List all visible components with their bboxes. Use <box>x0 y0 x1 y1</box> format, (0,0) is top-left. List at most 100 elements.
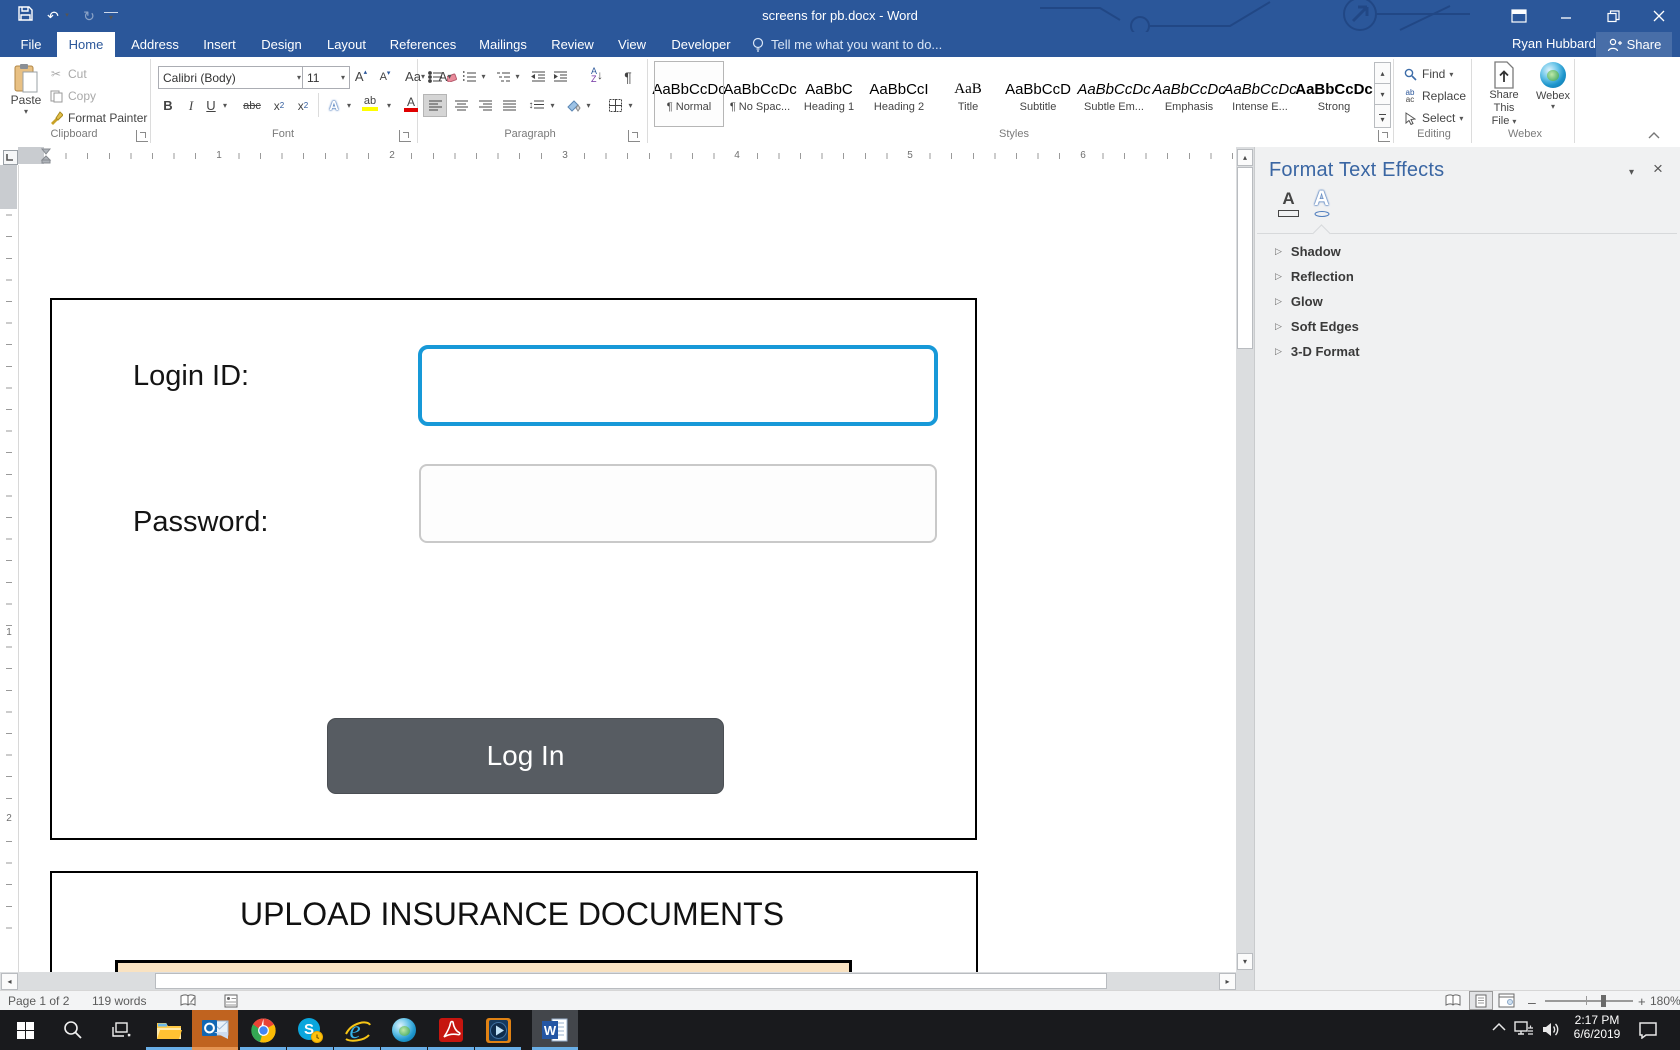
style-normal[interactable]: AaBbCcDc¶ Normal <box>655 62 723 126</box>
tab-view[interactable]: View <box>610 32 654 57</box>
font-family-dropdown-icon[interactable]: ▾ <box>297 73 301 82</box>
font-dialog-launcher[interactable] <box>399 130 411 142</box>
scroll-up-button[interactable]: ▴ <box>1237 149 1253 166</box>
format-painter-button[interactable]: Format Painter <box>48 108 147 128</box>
taskbar-clock[interactable]: 2:17 PM 6/6/2019 <box>1566 1013 1628 1041</box>
network-icon[interactable] <box>1514 1021 1534 1038</box>
vertical-scrollbar[interactable]: ▴ ▾ <box>1236 147 1254 972</box>
pane-item-3d-format[interactable]: ▷3-D Format <box>1275 341 1360 361</box>
line-spacing-dropdown-icon[interactable]: ▾ <box>548 95 557 116</box>
scroll-left-button[interactable]: ◂ <box>1 973 18 990</box>
replace-button[interactable]: abac Replace <box>1402 86 1466 106</box>
taskbar-app-file-explorer[interactable] <box>146 1010 192 1050</box>
print-layout-button[interactable] <box>1470 992 1492 1009</box>
minimize-button[interactable] <box>1543 0 1589 32</box>
ribbon-display-options-button[interactable] <box>1496 0 1542 32</box>
decrease-indent-button[interactable] <box>528 66 548 87</box>
page-count[interactable]: Page 1 of 2 <box>8 994 69 1008</box>
taskbar-app-webex[interactable] <box>381 1010 427 1050</box>
font-family-combo[interactable]: Calibri (Body)▾ <box>158 66 306 89</box>
tab-file[interactable]: File <box>14 32 48 57</box>
tab-developer[interactable]: Developer <box>666 32 736 57</box>
text-effects-tab-icon[interactable]: A <box>1314 187 1330 217</box>
zoom-percentage[interactable]: 180% <box>1650 994 1680 1008</box>
zoom-out-button[interactable]: – <box>1528 994 1536 1010</box>
tab-mailings[interactable]: Mailings <box>471 32 535 57</box>
tab-design[interactable]: Design <box>255 32 308 57</box>
share-this-file-button[interactable]: Share This File ▾ <box>1478 61 1530 128</box>
align-left-button[interactable] <box>424 95 446 116</box>
style-intense-emphasis[interactable]: AaBbCcDcIntense E... <box>1227 62 1293 126</box>
action-center-icon[interactable] <box>1638 1021 1658 1039</box>
highlight-button[interactable]: ab <box>358 93 382 114</box>
shading-dropdown-icon[interactable]: ▾ <box>584 95 593 116</box>
shading-button[interactable] <box>562 95 584 116</box>
zoom-slider-thumb[interactable] <box>1601 995 1606 1007</box>
multilevel-list-button[interactable] <box>492 66 514 87</box>
taskbar-app-skype[interactable]: S <box>287 1010 333 1050</box>
webex-button[interactable]: Webex ▾ <box>1534 61 1572 111</box>
text-effects-dropdown-icon[interactable]: ▾ <box>344 95 354 116</box>
style-strong[interactable]: AaBbCcDcStrong <box>1297 62 1371 126</box>
pane-options-dropdown-icon[interactable]: ▾ <box>1629 167 1634 178</box>
align-center-button[interactable] <box>450 95 472 116</box>
text-fill-outline-icon[interactable]: A <box>1278 189 1299 217</box>
clipboard-dialog-launcher[interactable] <box>136 130 148 142</box>
zoom-slider-track[interactable] <box>1545 1000 1633 1002</box>
paste-button[interactable]: Paste ▾ <box>6 61 46 133</box>
tell-me-box[interactable]: Tell me what you want to do... <box>752 36 942 54</box>
highlight-dropdown-icon[interactable]: ▾ <box>384 95 394 116</box>
paste-dropdown-icon[interactable]: ▾ <box>6 107 46 116</box>
strikethrough-button[interactable]: abc <box>238 95 266 116</box>
style-subtle-emphasis[interactable]: AaBbCcDcSubtle Em... <box>1077 62 1151 126</box>
numbering-button[interactable] <box>458 66 480 87</box>
pane-item-reflection[interactable]: ▷Reflection <box>1275 266 1354 286</box>
taskbar-app-outlook[interactable] <box>192 1010 238 1050</box>
horizontal-scrollbar[interactable]: ◂ ▸ <box>0 972 1236 990</box>
font-size-combo[interactable]: 11▾ <box>302 66 350 89</box>
style-title[interactable]: AaBTitle <box>937 62 999 126</box>
close-button[interactable] <box>1637 0 1680 32</box>
tray-show-hidden-icons[interactable] <box>1492 1022 1506 1031</box>
macro-recording-icon[interactable] <box>224 994 238 1008</box>
justify-button[interactable] <box>498 95 520 116</box>
bullets-dropdown-icon[interactable]: ▾ <box>445 66 454 87</box>
borders-button[interactable] <box>604 95 626 116</box>
cut-button[interactable]: ✂ Cut <box>48 64 87 84</box>
horizontal-scroll-thumb[interactable] <box>155 973 1107 989</box>
find-button[interactable]: Find▾ <box>1402 64 1453 84</box>
shrink-font-button[interactable]: A▾ <box>374 66 396 87</box>
pane-item-shadow[interactable]: ▷Shadow <box>1275 241 1341 261</box>
tab-home[interactable]: Home <box>57 32 115 57</box>
signed-in-user[interactable]: Ryan Hubbard <box>1512 36 1596 51</box>
styles-more-button[interactable]: ▾ <box>1374 104 1391 128</box>
tab-references[interactable]: References <box>385 32 461 57</box>
web-layout-button[interactable] <box>1498 993 1515 1008</box>
style-subtitle[interactable]: AaBbCcDSubtitle <box>1003 62 1073 126</box>
share-button[interactable]: Share <box>1596 32 1672 57</box>
task-view-button[interactable] <box>98 1010 144 1050</box>
horizontal-ruler[interactable]: 1 2 3 4 5 6 <box>0 147 1236 166</box>
taskbar-app-chrome[interactable] <box>240 1010 286 1050</box>
read-mode-button[interactable] <box>1444 993 1462 1008</box>
font-color-button[interactable]: A <box>400 93 422 114</box>
italic-button[interactable]: I <box>182 95 200 116</box>
borders-dropdown-icon[interactable]: ▾ <box>626 95 635 116</box>
underline-button[interactable]: U <box>202 95 220 116</box>
bold-button[interactable]: B <box>158 95 178 116</box>
numbering-dropdown-icon[interactable]: ▾ <box>479 66 488 87</box>
tab-review[interactable]: Review <box>544 32 601 57</box>
tab-insert[interactable]: Insert <box>196 32 243 57</box>
style-emphasis[interactable]: AaBbCcDcEmphasis <box>1155 62 1223 126</box>
multilevel-dropdown-icon[interactable]: ▾ <box>513 66 522 87</box>
restore-button[interactable] <box>1590 0 1636 32</box>
volume-icon[interactable] <box>1542 1021 1561 1038</box>
subscript-button[interactable]: x2 <box>268 95 290 116</box>
bullets-button[interactable] <box>424 66 446 87</box>
scroll-right-button[interactable]: ▸ <box>1219 973 1236 990</box>
zoom-in-button[interactable]: + <box>1638 994 1646 1009</box>
proofing-status-icon[interactable] <box>180 994 196 1008</box>
line-spacing-button[interactable]: ↕ <box>524 95 548 116</box>
pane-item-glow[interactable]: ▷Glow <box>1275 291 1323 311</box>
vertical-ruler[interactable]: 1 2 3 <box>0 165 19 972</box>
